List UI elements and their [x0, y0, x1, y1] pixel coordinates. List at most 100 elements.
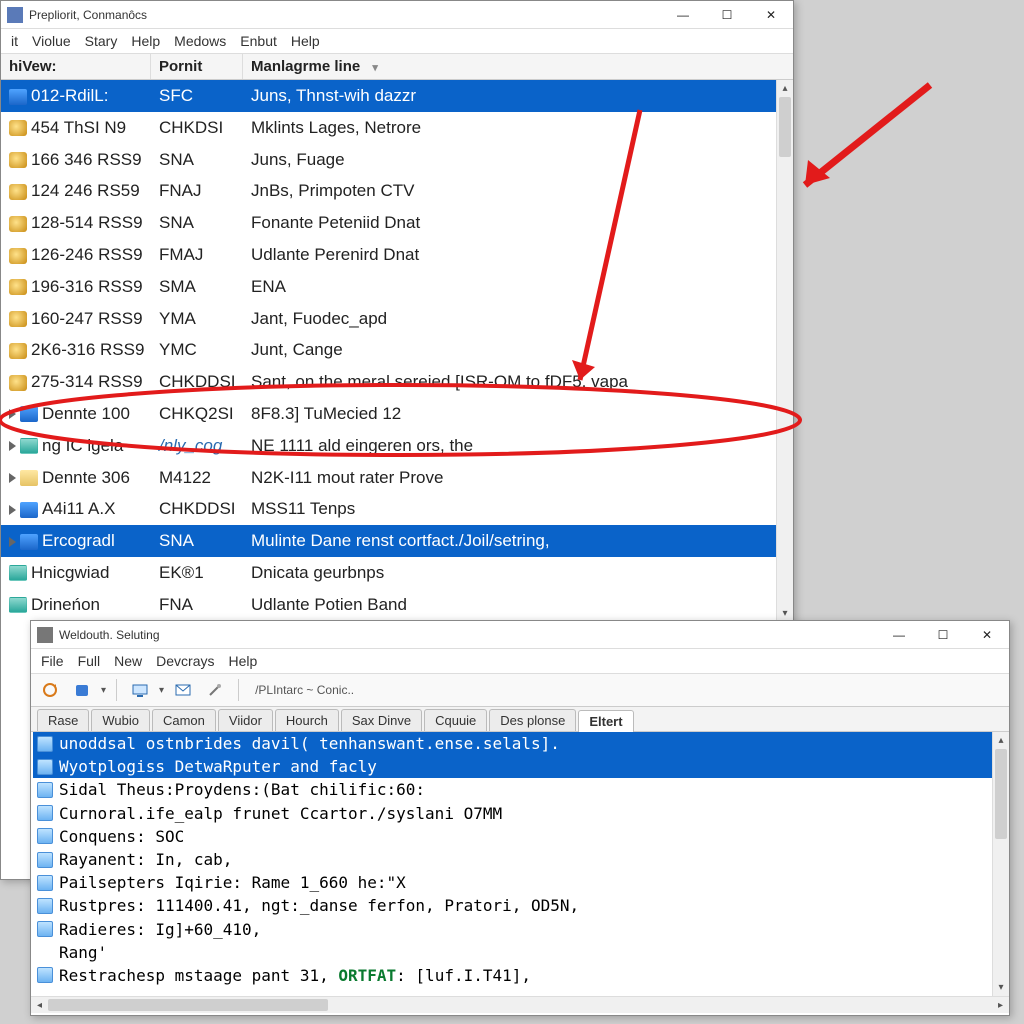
vertical-scrollbar[interactable]: ▴ ▾ — [992, 732, 1009, 996]
tab[interactable]: Hourch — [275, 709, 339, 731]
menu-item[interactable]: Enbut — [240, 33, 277, 49]
list-rows: 012-RdilL:SFCJuns, Thnst-wih dazzr454 Th… — [1, 80, 776, 622]
toolbar-mail-icon[interactable] — [170, 677, 196, 703]
toolbar-cube-icon[interactable] — [69, 677, 95, 703]
menu-item[interactable]: it — [11, 33, 18, 49]
top-titlebar[interactable]: Prepliorit, Conmanôcs — ☐ ✕ — [1, 1, 793, 29]
scroll-thumb[interactable] — [48, 999, 328, 1011]
toolbar-dropdown-icon-2[interactable]: ▾ — [159, 685, 164, 696]
output-line[interactable]: Sidal Theus:Proydens:(Bat chilific:60: — [33, 778, 992, 801]
col-header-view[interactable]: hiVew: — [1, 54, 151, 79]
table-row[interactable]: 128-514 RSS9SNAFonante Peteniid Dnat — [1, 207, 776, 239]
toolbar-wand-icon[interactable] — [202, 677, 228, 703]
expand-icon[interactable] — [9, 473, 16, 483]
menu-item[interactable]: Devcrays — [156, 653, 214, 669]
table-row[interactable]: Dennte 306M4122N2K-I11 mout rater Prove — [1, 462, 776, 494]
minimize-button[interactable]: — — [661, 1, 705, 29]
table-row[interactable]: 454 ThSI N9CHKDSIMklints Lages, Netrore — [1, 112, 776, 144]
row-id: 126-246 RSS9 — [31, 245, 143, 264]
tab[interactable]: Viidor — [218, 709, 273, 731]
output-line[interactable]: Conquens: SOC — [33, 825, 992, 848]
menu-item[interactable]: Help — [291, 33, 320, 49]
row-desc: N2K-I11 mout rater Prove — [243, 462, 776, 494]
row-pornit: FNA — [151, 589, 243, 621]
maximize-button[interactable]: ☐ — [921, 621, 965, 649]
menu-item[interactable]: Help — [229, 653, 258, 669]
row-desc: JnBs, Primpoten CTV — [243, 175, 776, 207]
line-icon — [37, 967, 53, 983]
output-line[interactable]: Curnoral.ife_ealp frunet Ccartor./syslan… — [33, 802, 992, 825]
tab[interactable]: Sax Dinve — [341, 709, 422, 731]
tab[interactable]: Camon — [152, 709, 216, 731]
output-line[interactable]: Rayanent: In, cab, — [33, 848, 992, 871]
table-row[interactable]: DrineńonFNAUdlante Potien Band — [1, 589, 776, 621]
table-row[interactable]: A4i11 A.XCHKDDSIMSS11 Tenps — [1, 493, 776, 525]
horizontal-scrollbar[interactable]: ◂ ▸ — [31, 996, 1009, 1013]
expand-icon[interactable] — [9, 505, 16, 515]
scroll-track[interactable] — [48, 997, 992, 1013]
toolbar-refresh-icon[interactable] — [37, 677, 63, 703]
table-row[interactable]: 275-314 RSS9CHKDDSISant, on the meral se… — [1, 366, 776, 398]
scroll-thumb[interactable] — [779, 97, 791, 157]
expand-icon[interactable] — [9, 537, 16, 547]
menu-item[interactable]: Help — [131, 33, 160, 49]
scroll-thumb[interactable] — [995, 749, 1007, 839]
menu-item[interactable]: File — [41, 653, 64, 669]
line-icon — [37, 852, 53, 868]
table-row[interactable]: 2K6-316 RSS9YMCJunt, Cange — [1, 334, 776, 366]
app-icon — [7, 7, 23, 23]
tab[interactable]: Cquuie — [424, 709, 487, 731]
menu-item[interactable]: Violue — [32, 33, 71, 49]
row-icon — [9, 248, 27, 264]
tab[interactable]: Wubio — [91, 709, 150, 731]
line-text: Restrachesp mstaage pant 31, ORTFAT: [lu… — [59, 964, 531, 987]
scroll-left-button[interactable]: ◂ — [31, 1000, 48, 1011]
table-row[interactable]: 126-246 RSS9FMAJUdlante Perenird Dnat — [1, 239, 776, 271]
table-row[interactable]: Dennte 100CHKQ2SI8F8.3] TuMecied 12 — [1, 398, 776, 430]
output-line[interactable]: unoddsal ostnbrides davil( tenhanswant.e… — [33, 732, 992, 755]
table-row[interactable]: 166 346 RSS9SNAJuns, Fuage — [1, 144, 776, 176]
output-line[interactable]: Pailsepters Iqirie: Rame 1_660 he:"X — [33, 871, 992, 894]
expand-icon[interactable] — [9, 441, 16, 451]
scroll-up-button[interactable]: ▴ — [777, 80, 793, 97]
bottom-window: Weldouth. Seluting — ☐ ✕ File Full New Devc… — [30, 620, 1010, 1016]
row-desc: Juns, Fuage — [243, 144, 776, 176]
tab[interactable]: Rase — [37, 709, 89, 731]
output-line[interactable]: Wyotplogiss DetwaRputer and facly — [33, 755, 992, 778]
menu-item[interactable]: Medows — [174, 33, 226, 49]
bottom-titlebar[interactable]: Weldouth. Seluting — ☐ ✕ — [31, 621, 1009, 649]
output-line[interactable]: Radieres: Ig]+60_410, — [33, 918, 992, 941]
output-line[interactable]: Rang' — [33, 941, 992, 964]
table-row[interactable]: ng IC lgela/nly_cogNE 1111 ald eingeren … — [1, 430, 776, 462]
menu-item[interactable]: Full — [78, 653, 101, 669]
table-row[interactable]: ErcogradlSNAMulinte Dane renst cortfact.… — [1, 525, 776, 557]
line-text: Rang' — [59, 941, 107, 964]
close-button[interactable]: ✕ — [749, 1, 793, 29]
bottom-title: Weldouth. Seluting — [59, 628, 877, 642]
vertical-scrollbar[interactable]: ▴ ▾ — [776, 80, 793, 622]
output-line[interactable]: Restrachesp mstaage pant 31, ORTFAT: [lu… — [33, 964, 992, 987]
close-button[interactable]: ✕ — [965, 621, 1009, 649]
tab[interactable]: Eltert — [578, 710, 633, 732]
col-header-pornit[interactable]: Pornit — [151, 54, 243, 79]
menu-item[interactable]: Stary — [85, 33, 118, 49]
table-row[interactable]: 124 246 RS59FNAJJnBs, Primpoten CTV — [1, 175, 776, 207]
table-row[interactable]: 012-RdilL:SFCJuns, Thnst-wih dazzr — [1, 80, 776, 112]
scroll-right-button[interactable]: ▸ — [992, 1000, 1009, 1011]
table-row[interactable]: 160-247 RSS9YMAJant, Fuodec_apd — [1, 303, 776, 335]
scroll-down-button[interactable]: ▾ — [993, 979, 1009, 996]
col-header-manlagrme[interactable]: Manlagrme line ▾ — [243, 54, 793, 79]
maximize-button[interactable]: ☐ — [705, 1, 749, 29]
tab[interactable]: Des plonse — [489, 709, 576, 731]
toolbar-dropdown-icon[interactable]: ▾ — [101, 685, 106, 696]
output-line[interactable]: Rustpres: 111400.41, ngt:_danse ferfon, … — [33, 894, 992, 917]
toolbar-monitor-icon[interactable] — [127, 677, 153, 703]
minimize-button[interactable]: — — [877, 621, 921, 649]
line-icon — [37, 828, 53, 844]
expand-icon[interactable] — [9, 409, 16, 419]
menu-item[interactable]: New — [114, 653, 142, 669]
table-row[interactable]: HnicgwiadEK®1Dnicata geurbnps — [1, 557, 776, 589]
row-icon — [9, 597, 27, 613]
table-row[interactable]: 196-316 RSS9SMAENA — [1, 271, 776, 303]
scroll-up-button[interactable]: ▴ — [993, 732, 1009, 749]
